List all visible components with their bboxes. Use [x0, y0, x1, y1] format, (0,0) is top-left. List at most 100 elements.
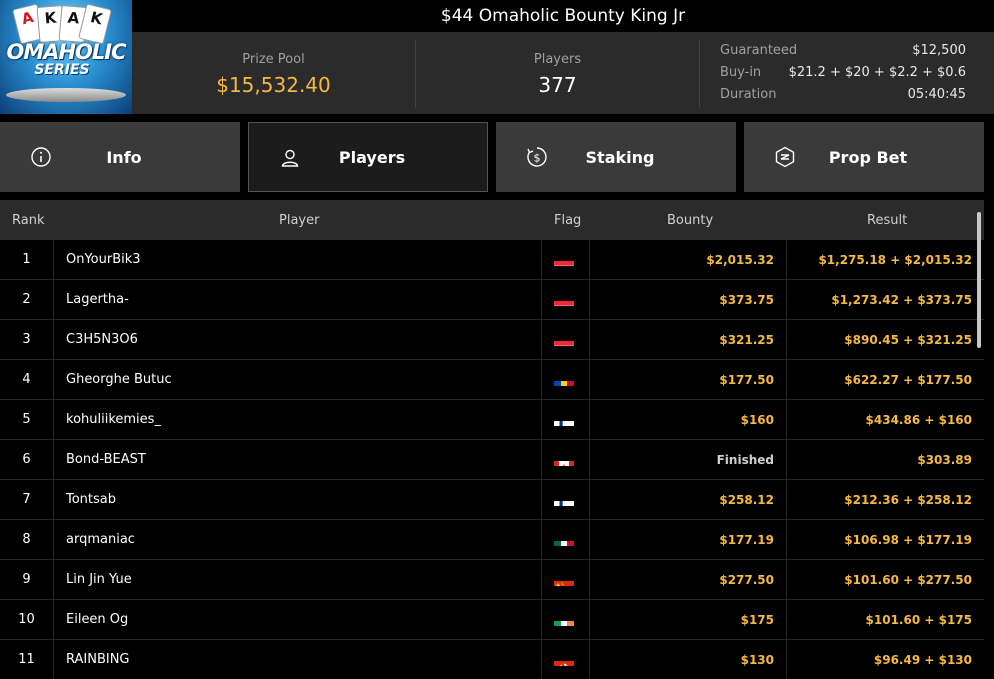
- tournament-details: Guaranteed $12,500 Buy-in $21.2 + $20 + …: [720, 42, 966, 108]
- rank-cell: 9: [0, 560, 54, 600]
- bounty-cell: $175: [590, 600, 787, 640]
- info-icon: [31, 147, 51, 167]
- table-row[interactable]: 6 Bond-BEAST Finished $303.89: [0, 440, 984, 480]
- hong-kong-flag-icon: [554, 652, 574, 666]
- rank-cell: 4: [0, 360, 54, 400]
- result-cell: $101.60 + $175: [865, 613, 972, 627]
- result-cell: $101.60 + $277.50: [844, 573, 972, 587]
- column-flag[interactable]: Flag: [554, 213, 581, 228]
- scrollbar-thumb[interactable]: [977, 212, 981, 348]
- tab-players[interactable]: Players: [248, 122, 488, 192]
- result-cell: $622.27 + $177.50: [844, 373, 972, 387]
- bounty-cell: $130: [590, 640, 787, 679]
- player-name-cell[interactable]: Gheorghe Butuc: [66, 360, 172, 400]
- rank-cell: 5: [0, 400, 54, 440]
- bounty-cell: $373.75: [590, 280, 787, 320]
- table-row[interactable]: 4 Gheorghe Butuc $177.50 $622.27 + $177.50: [0, 360, 984, 400]
- players-stat: Players 377: [416, 32, 699, 114]
- result-cell: $96.49 + $130: [873, 653, 972, 667]
- flag-cell: [541, 520, 590, 560]
- table-row[interactable]: 10 Eileen Og $175 $101.60 + $175: [0, 600, 984, 640]
- player-name-cell[interactable]: Lagertha-: [66, 280, 129, 320]
- players-label: Players: [533, 52, 582, 67]
- rank-cell: 8: [0, 520, 54, 560]
- result-cell: $1,275.18 + $2,015.32: [818, 253, 972, 267]
- rank-cell: 2: [0, 280, 54, 320]
- detail-row-guaranteed: Guaranteed $12,500: [720, 43, 966, 58]
- rank-cell: 6: [0, 440, 54, 480]
- player-name-cell[interactable]: OnYourBik3: [66, 240, 141, 280]
- flag-cell: [541, 400, 590, 440]
- players-table-body: 1 OnYourBik3 $2,015.32 $1,275.18 + $2,015.3…: [0, 240, 984, 679]
- logo-base: [6, 88, 126, 102]
- players-value: 377: [538, 73, 577, 97]
- table-row[interactable]: 7 Tontsab $258.12 $212.36 + $258.12: [0, 480, 984, 520]
- bounty-cell: $177.19: [590, 520, 787, 560]
- player-name-cell[interactable]: Lin Jin Yue: [66, 560, 132, 600]
- table-row[interactable]: 2 Lagertha- $373.75 $1,273.42 + $373.75: [0, 280, 984, 320]
- result-cell: $890.45 + $321.25: [844, 333, 972, 347]
- table-row[interactable]: 3 C3H5N3O6 $321.25 $890.45 + $321.25: [0, 320, 984, 360]
- column-rank[interactable]: Rank: [12, 213, 44, 228]
- finland-flag-icon: [554, 412, 574, 426]
- finland-flag-icon: [554, 492, 574, 506]
- flag-cell: [541, 280, 590, 320]
- column-result[interactable]: Result: [867, 213, 907, 228]
- logo-word-series: SERIES: [34, 62, 90, 78]
- prize-pool-stat: Prize Pool $15,532.40: [132, 32, 415, 114]
- result-cell: $106.98 + $177.19: [844, 533, 972, 547]
- flag-cell: [541, 240, 590, 280]
- rank-cell: 1: [0, 240, 54, 280]
- player-name-cell[interactable]: kohuliikemies_: [66, 400, 161, 440]
- player-name-cell[interactable]: RAINBING: [66, 640, 130, 679]
- bounty-cell: $177.50: [590, 360, 787, 400]
- detail-row-duration: Duration 05:40:45: [720, 87, 966, 102]
- bounty-cell: $258.12: [590, 480, 787, 520]
- user-icon: [281, 149, 299, 167]
- player-name-cell[interactable]: Tontsab: [66, 480, 116, 520]
- column-player[interactable]: Player: [279, 213, 319, 228]
- tab-staking[interactable]: $ Staking: [496, 122, 736, 192]
- table-row[interactable]: 11 RAINBING $130 $96.49 + $130: [0, 640, 984, 679]
- table-row[interactable]: 9 Lin Jin Yue $277.50 $101.60 + $277.50: [0, 560, 984, 600]
- rank-cell: 10: [0, 600, 54, 640]
- tab-info[interactable]: Info: [0, 122, 240, 192]
- table-row[interactable]: 5 kohuliikemies_ $160 $434.86 + $160: [0, 400, 984, 440]
- players-table-header: Rank Player Flag Bounty Result: [0, 200, 984, 240]
- stat-divider: [699, 40, 700, 108]
- player-name-cell[interactable]: Bond-BEAST: [66, 440, 146, 480]
- column-bounty[interactable]: Bounty: [667, 213, 713, 228]
- bounty-cell: Finished: [590, 440, 787, 480]
- tab-prop-bet[interactable]: Prop Bet: [744, 122, 984, 192]
- table-row[interactable]: 8 arqmaniac $177.19 $106.98 + $177.19: [0, 520, 984, 560]
- table-row[interactable]: 1 OnYourBik3 $2,015.32 $1,275.18 + $2,015.3…: [0, 240, 984, 280]
- ireland-flag-icon: [554, 612, 574, 626]
- player-name-cell[interactable]: Eileen Og: [66, 600, 128, 640]
- omaholic-series-logo: A K A K OMAHOLIC SERIES: [0, 0, 132, 114]
- svg-text:$: $: [534, 152, 541, 165]
- prize-pool-value: $15,532.40: [216, 73, 331, 97]
- flag-cell: [541, 320, 590, 360]
- flag-cell: [541, 640, 590, 679]
- player-name-cell[interactable]: C3H5N3O6: [66, 320, 138, 360]
- tournament-stats-panel: Prize Pool $15,532.40 Players 377 Guaran…: [132, 32, 994, 114]
- player-name-cell[interactable]: arqmaniac: [66, 520, 135, 560]
- prize-pool-label: Prize Pool: [242, 52, 305, 67]
- austria-flag-icon: [554, 292, 574, 306]
- flag-cell: [541, 360, 590, 400]
- rank-cell: 3: [0, 320, 54, 360]
- flag-cell: [541, 600, 590, 640]
- result-cell: $434.86 + $160: [865, 413, 972, 427]
- detail-row-buy-in: Buy-in $21.2 + $20 + $2.2 + $0.6: [720, 65, 966, 80]
- result-cell: $212.36 + $258.12: [844, 493, 972, 507]
- flag-cell: [541, 560, 590, 600]
- flag-cell: [541, 440, 590, 480]
- rank-cell: 11: [0, 640, 54, 679]
- dollar-coin-icon: $: [527, 147, 547, 167]
- austria-flag-icon: [554, 252, 574, 266]
- austria-flag-icon: [554, 332, 574, 346]
- prop-bet-icon: [775, 146, 795, 168]
- canada-flag-icon: [554, 452, 574, 466]
- china-flag-icon: [554, 572, 574, 586]
- logo-word-omaholic: OMAHOLIC: [6, 40, 126, 64]
